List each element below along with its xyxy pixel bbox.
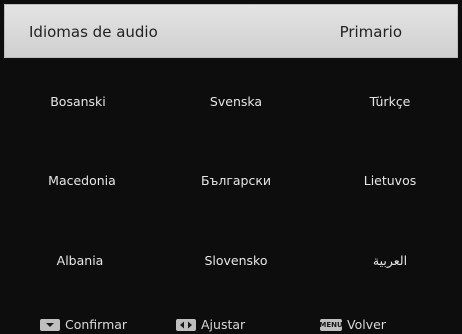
language-option[interactable]: Български: [171, 173, 301, 188]
language-grid: Bosanski Svenska Türkçe Macedonia Българ…: [0, 60, 462, 300]
language-option[interactable]: العربية: [325, 253, 455, 268]
back-hint[interactable]: MENU Volver: [319, 317, 386, 332]
confirm-hint[interactable]: Confirmar: [40, 317, 127, 332]
header-title: Idiomas de audio: [29, 23, 158, 41]
down-arrow-key-icon: [40, 318, 60, 331]
audio-language-screen: Idiomas de audio Primario Bosanski Svens…: [0, 0, 462, 334]
footer-hints: Confirmar Ajustar MENU Volver: [0, 300, 462, 334]
language-option[interactable]: Bosanski: [13, 94, 143, 109]
language-option[interactable]: Svenska: [171, 94, 301, 109]
adjust-label: Ajustar: [201, 317, 246, 332]
language-option[interactable]: Albania: [15, 253, 145, 268]
language-option[interactable]: Macedonia: [17, 173, 147, 188]
left-right-arrows-key-icon: [176, 318, 196, 331]
language-option[interactable]: Lietuvos: [325, 173, 455, 188]
adjust-hint[interactable]: Ajustar: [176, 317, 245, 332]
header-value[interactable]: Primario: [340, 23, 402, 41]
confirm-label: Confirmar: [65, 317, 128, 332]
language-option[interactable]: Slovensko: [171, 253, 301, 268]
language-option[interactable]: Türkçe: [325, 94, 455, 109]
back-label: Volver: [347, 317, 386, 332]
menu-key-icon: MENU: [319, 318, 343, 331]
header-bar: Idiomas de audio Primario: [4, 4, 458, 58]
